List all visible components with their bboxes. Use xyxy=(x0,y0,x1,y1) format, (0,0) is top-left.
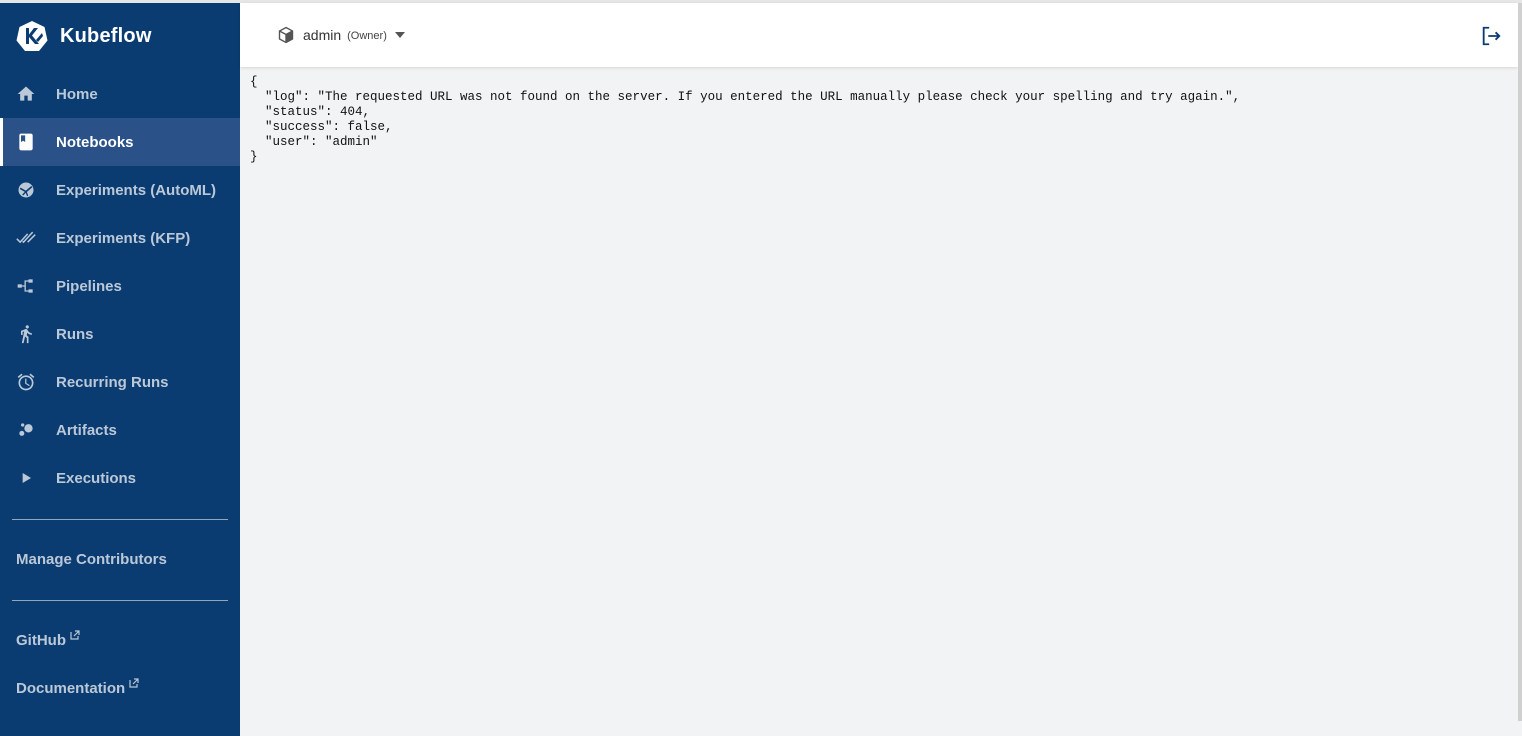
sidebar-item-label: Executions xyxy=(56,469,137,487)
sidebar-item-recurring-runs[interactable]: Recurring Runs xyxy=(0,358,240,406)
github-link[interactable]: GitHub xyxy=(16,630,80,649)
github-label: GitHub xyxy=(16,632,66,649)
pipeline-icon xyxy=(16,276,36,296)
sidebar-item-label: Pipelines xyxy=(56,277,122,295)
double-check-icon xyxy=(16,228,36,248)
sidebar-item-label: Artifacts xyxy=(56,421,117,439)
logout-button[interactable] xyxy=(1480,25,1502,47)
sidebar-item-label: Experiments (AutoML) xyxy=(56,181,217,199)
running-person-icon xyxy=(16,324,36,344)
documentation-link[interactable]: Documentation xyxy=(16,678,139,697)
sidebar-item-label: Runs xyxy=(56,325,94,343)
external-link-icon xyxy=(129,678,139,688)
sidebar-divider xyxy=(12,519,228,520)
namespace-selector[interactable]: admin (Owner) xyxy=(277,25,405,45)
logout-icon xyxy=(1482,26,1501,46)
sidebar-item-notebooks[interactable]: Notebooks xyxy=(0,118,240,166)
bubbles-icon xyxy=(16,420,36,440)
automl-icon xyxy=(16,180,36,200)
sidebar-item-runs[interactable]: Runs xyxy=(0,310,240,358)
cube-icon xyxy=(278,26,294,44)
top-header: admin (Owner) xyxy=(240,3,1518,67)
json-response-text: { "log": "The requested URL was not foun… xyxy=(250,75,1241,164)
namespace-name: admin xyxy=(303,27,342,43)
sidebar-item-experiments-automl[interactable]: Experiments (AutoML) xyxy=(0,166,240,214)
play-icon xyxy=(16,468,36,488)
sidebar-item-executions[interactable]: Executions xyxy=(0,454,240,502)
kubeflow-logo-icon xyxy=(16,21,48,51)
external-link-icon xyxy=(70,630,80,640)
sidebar-item-home[interactable]: Home xyxy=(0,70,240,118)
sidebar-divider xyxy=(12,600,228,601)
main-content: { "log": "The requested URL was not foun… xyxy=(240,67,1518,736)
sidebar-item-artifacts[interactable]: Artifacts xyxy=(0,406,240,454)
home-icon xyxy=(16,84,36,104)
caret-down-icon xyxy=(394,32,405,38)
sidebar-item-label: Home xyxy=(56,85,98,103)
sidebar-item-label: Experiments (KFP) xyxy=(56,229,191,247)
book-icon xyxy=(16,132,36,152)
manage-contributors-link[interactable]: Manage Contributors xyxy=(16,551,167,568)
brand[interactable]: Kubeflow xyxy=(16,19,152,53)
namespace-role: (Owner) xyxy=(347,30,387,42)
manage-contributors-label: Manage Contributors xyxy=(16,551,167,568)
sidebar: Kubeflow Home Notebooks Experiments (Aut… xyxy=(0,3,240,736)
sidebar-item-experiments-kfp[interactable]: Experiments (KFP) xyxy=(0,214,240,262)
documentation-label: Documentation xyxy=(16,680,126,697)
alarm-clock-icon xyxy=(16,372,36,392)
sidebar-item-pipelines[interactable]: Pipelines xyxy=(0,262,240,310)
page-scrollbar[interactable] xyxy=(1518,3,1522,721)
brand-name: Kubeflow xyxy=(60,24,152,47)
sidebar-item-label: Notebooks xyxy=(56,133,134,151)
sidebar-item-label: Recurring Runs xyxy=(56,373,169,391)
sidebar-nav: Home Notebooks Experiments (AutoML) Expe… xyxy=(0,70,240,502)
